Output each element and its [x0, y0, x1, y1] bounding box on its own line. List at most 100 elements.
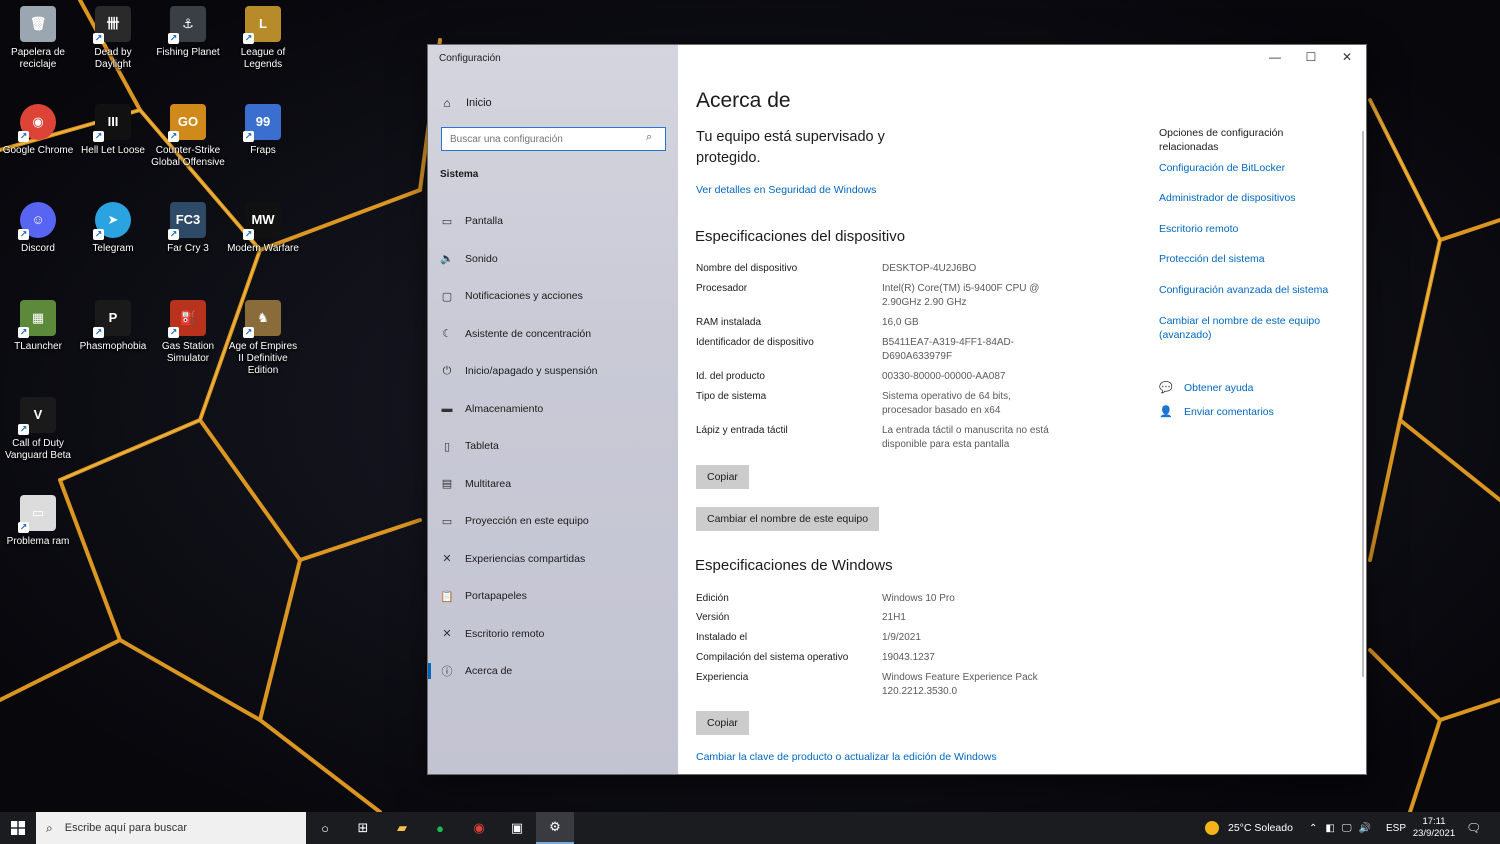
- close-button[interactable]: ✕: [1330, 50, 1364, 70]
- sidebar-item[interactable]: ⏻ Inicio/apagado y suspensión: [428, 356, 678, 386]
- chrome-icon: ◉: [473, 820, 485, 835]
- related-settings-link[interactable]: Escritorio remoto: [1159, 222, 1349, 236]
- sidebar-item-icon: ☾: [442, 328, 452, 340]
- related-settings-link[interactable]: Configuración de BitLocker: [1159, 161, 1349, 175]
- sidebar-item[interactable]: ✕ Escritorio remoto: [428, 619, 678, 649]
- desktop-icon-label: Google Chrome: [2, 145, 74, 156]
- taskbar-app-widgets[interactable]: ⊞: [344, 812, 382, 844]
- taskbar-search[interactable]: ⌕ Escribe aquí para buscar: [36, 812, 306, 844]
- sidebar-item-label: Inicio/apagado y suspensión: [465, 365, 598, 377]
- desktop-icon[interactable]: GO ↗ Counter-Strike Global Offensive: [150, 104, 226, 169]
- spec-label: Identificador de dispositivo: [696, 337, 814, 348]
- meet-icon[interactable]: ◧: [1325, 823, 1334, 834]
- desktop-icon-label: Dead by Daylight: [94, 47, 132, 70]
- related-settings-link[interactable]: Configuración avanzada del sistema: [1159, 283, 1349, 297]
- desktop-icon[interactable]: ▦ ↗ TLauncher: [0, 300, 76, 353]
- spec-value: La entrada táctil o manuscrita no está d…: [882, 425, 1049, 450]
- get-help-link[interactable]: 💬 Obtener ayuda: [1159, 381, 1253, 395]
- desktop-icon[interactable]: ⛽ ↗ Gas Station Simulator: [150, 300, 226, 365]
- desktop-icon[interactable]: 卌 ↗ Dead by Daylight: [75, 6, 151, 71]
- copy-device-specs-button[interactable]: Copiar: [696, 465, 749, 489]
- sidebar-item-label: Notificaciones y acciones: [465, 290, 583, 302]
- desktop-icon-label: TLauncher: [14, 341, 62, 352]
- volume-icon[interactable]: 🔊: [1358, 823, 1370, 834]
- desktop-icon[interactable]: P ↗ Phasmophobia: [75, 300, 151, 353]
- sidebar-item[interactable]: ☾ Asistente de concentración: [428, 319, 678, 349]
- desktop-icon[interactable]: ♞ ↗ Age of Empires II Definitive Edition: [225, 300, 301, 377]
- taskbar-app-file-explorer[interactable]: ▰: [383, 812, 421, 844]
- start-button[interactable]: [0, 812, 36, 844]
- copy-windows-specs-button[interactable]: Copiar: [696, 711, 749, 735]
- taskbar-app-task-view[interactable]: ○: [306, 812, 344, 844]
- spec-label: Instalado el: [696, 632, 748, 643]
- sidebar-item[interactable]: ▭ Proyección en este equipo: [428, 506, 678, 536]
- settings-search-input[interactable]: [441, 127, 666, 151]
- taskbar-search-placeholder: Escribe aquí para buscar: [64, 822, 188, 834]
- sidebar-item[interactable]: ✕ Experiencias compartidas: [428, 544, 678, 574]
- shortcut-arrow-icon: ↗: [18, 229, 29, 240]
- content-scrollbar[interactable]: [1362, 131, 1364, 677]
- help-icon: 💬: [1159, 382, 1173, 394]
- shortcut-arrow-icon: ↗: [243, 327, 254, 338]
- security-details-link[interactable]: Ver detalles en Seguridad de Windows: [696, 184, 876, 196]
- taskbar-app-spotify[interactable]: ●: [421, 812, 459, 844]
- related-settings-link[interactable]: Cambiar el nombre de este equipo (avanza…: [1159, 314, 1349, 342]
- sidebar-item-icon: ⓘ: [441, 666, 453, 678]
- product-key-link[interactable]: Cambiar la clave de producto o actualiza…: [696, 751, 997, 763]
- nav-home[interactable]: ⌂ Inicio: [440, 96, 491, 110]
- protection-status: Tu equipo está supervisado y protegido.: [696, 129, 885, 166]
- taskbar-app-settings[interactable]: ⚙: [536, 812, 574, 844]
- desktop-icon-image: ◉ ↗: [18, 104, 56, 142]
- related-settings-link[interactable]: Administrador de dispositivos: [1159, 191, 1349, 205]
- desktop-icon-glyph: ☺: [31, 212, 45, 227]
- desktop-icon[interactable]: 99 ↗ Fraps: [225, 104, 301, 157]
- desktop-icon[interactable]: MW ↗ Modern Warfare: [225, 202, 301, 255]
- notifications-button[interactable]: 🗨: [1466, 812, 1481, 844]
- rename-pc-button[interactable]: Cambiar el nombre de este equipo: [696, 507, 880, 531]
- desktop-icon-glyph: 🗑: [29, 16, 47, 31]
- sidebar-item[interactable]: ▯ Tableta: [428, 431, 678, 461]
- related-settings-link[interactable]: Protección del sistema: [1159, 252, 1349, 266]
- taskbar-app-fraps[interactable]: ▣: [498, 812, 536, 844]
- spec-label: Id. del producto: [696, 371, 765, 382]
- desktop-icon[interactable]: ☺ ↗ Discord: [0, 202, 76, 255]
- sidebar-item[interactable]: ▤ Multitarea: [428, 469, 678, 499]
- sidebar-item[interactable]: ⓘ Acerca de: [428, 656, 678, 686]
- network-icon[interactable]: 🖵: [1342, 823, 1352, 834]
- shortcut-arrow-icon: ↗: [168, 327, 179, 338]
- maximize-button[interactable]: ☐: [1294, 50, 1328, 70]
- weather-text: 25°C Soleado: [1228, 822, 1293, 834]
- desktop-icon[interactable]: FC3 ↗ Far Cry 3: [150, 202, 226, 255]
- desktop-icon[interactable]: III ↗ Hell Let Loose: [75, 104, 151, 157]
- shortcut-arrow-icon: ↗: [93, 327, 104, 338]
- sidebar-item[interactable]: ▢ Notificaciones y acciones: [428, 281, 678, 311]
- language-indicator[interactable]: ESP: [1386, 812, 1406, 844]
- desktop-icon[interactable]: ➤ ↗ Telegram: [75, 202, 151, 255]
- desktop-icon-glyph: ◉: [32, 114, 44, 129]
- sidebar-item-label: Pantalla: [465, 215, 503, 227]
- weather-widget[interactable]: 25°C Soleado: [1205, 812, 1293, 844]
- send-feedback-link[interactable]: 👤 Enviar comentarios: [1159, 405, 1274, 419]
- desktop-icon[interactable]: 🗑 Papelera de reciclaje: [0, 6, 76, 71]
- desktop-icon[interactable]: ◉ ↗ Google Chrome: [0, 104, 76, 157]
- sidebar-item-icon: ✕: [442, 553, 452, 565]
- tray-icons: ⌃ ◧ 🖵 🔊: [1309, 812, 1379, 844]
- desktop-icon[interactable]: ⚓ ↗ Fishing Planet: [150, 6, 226, 59]
- desktop-icon[interactable]: ▭ ↗ Problema ram: [0, 495, 76, 548]
- desktop-icon-glyph: 卌: [106, 16, 120, 31]
- desktop-icon[interactable]: V ↗ Call of Duty Vanguard Beta: [0, 397, 76, 462]
- chevron-up-icon[interactable]: ⌃: [1309, 823, 1317, 834]
- desktop-icon-image: ⚓ ↗: [168, 6, 206, 44]
- desktop-icon-glyph: MW: [251, 212, 275, 227]
- clock[interactable]: 17:11 23/9/2021: [1412, 812, 1456, 844]
- sidebar-item[interactable]: 🔈 Sonido: [428, 244, 678, 274]
- search-icon[interactable]: ⌕: [646, 131, 652, 144]
- sidebar-item[interactable]: ▭ Pantalla: [428, 206, 678, 236]
- taskbar-app-chrome[interactable]: ◉: [460, 812, 498, 844]
- desktop-icon[interactable]: L ↗ League of Legends: [225, 6, 301, 71]
- sidebar-item[interactable]: 📋 Portapapeles: [428, 581, 678, 611]
- minimize-button[interactable]: —: [1258, 50, 1292, 70]
- desktop-icon-label: Call of Duty Vanguard Beta: [5, 438, 71, 461]
- sidebar-item-icon: ✕: [442, 628, 452, 640]
- sidebar-item[interactable]: ▬ Almacenamiento: [428, 394, 678, 424]
